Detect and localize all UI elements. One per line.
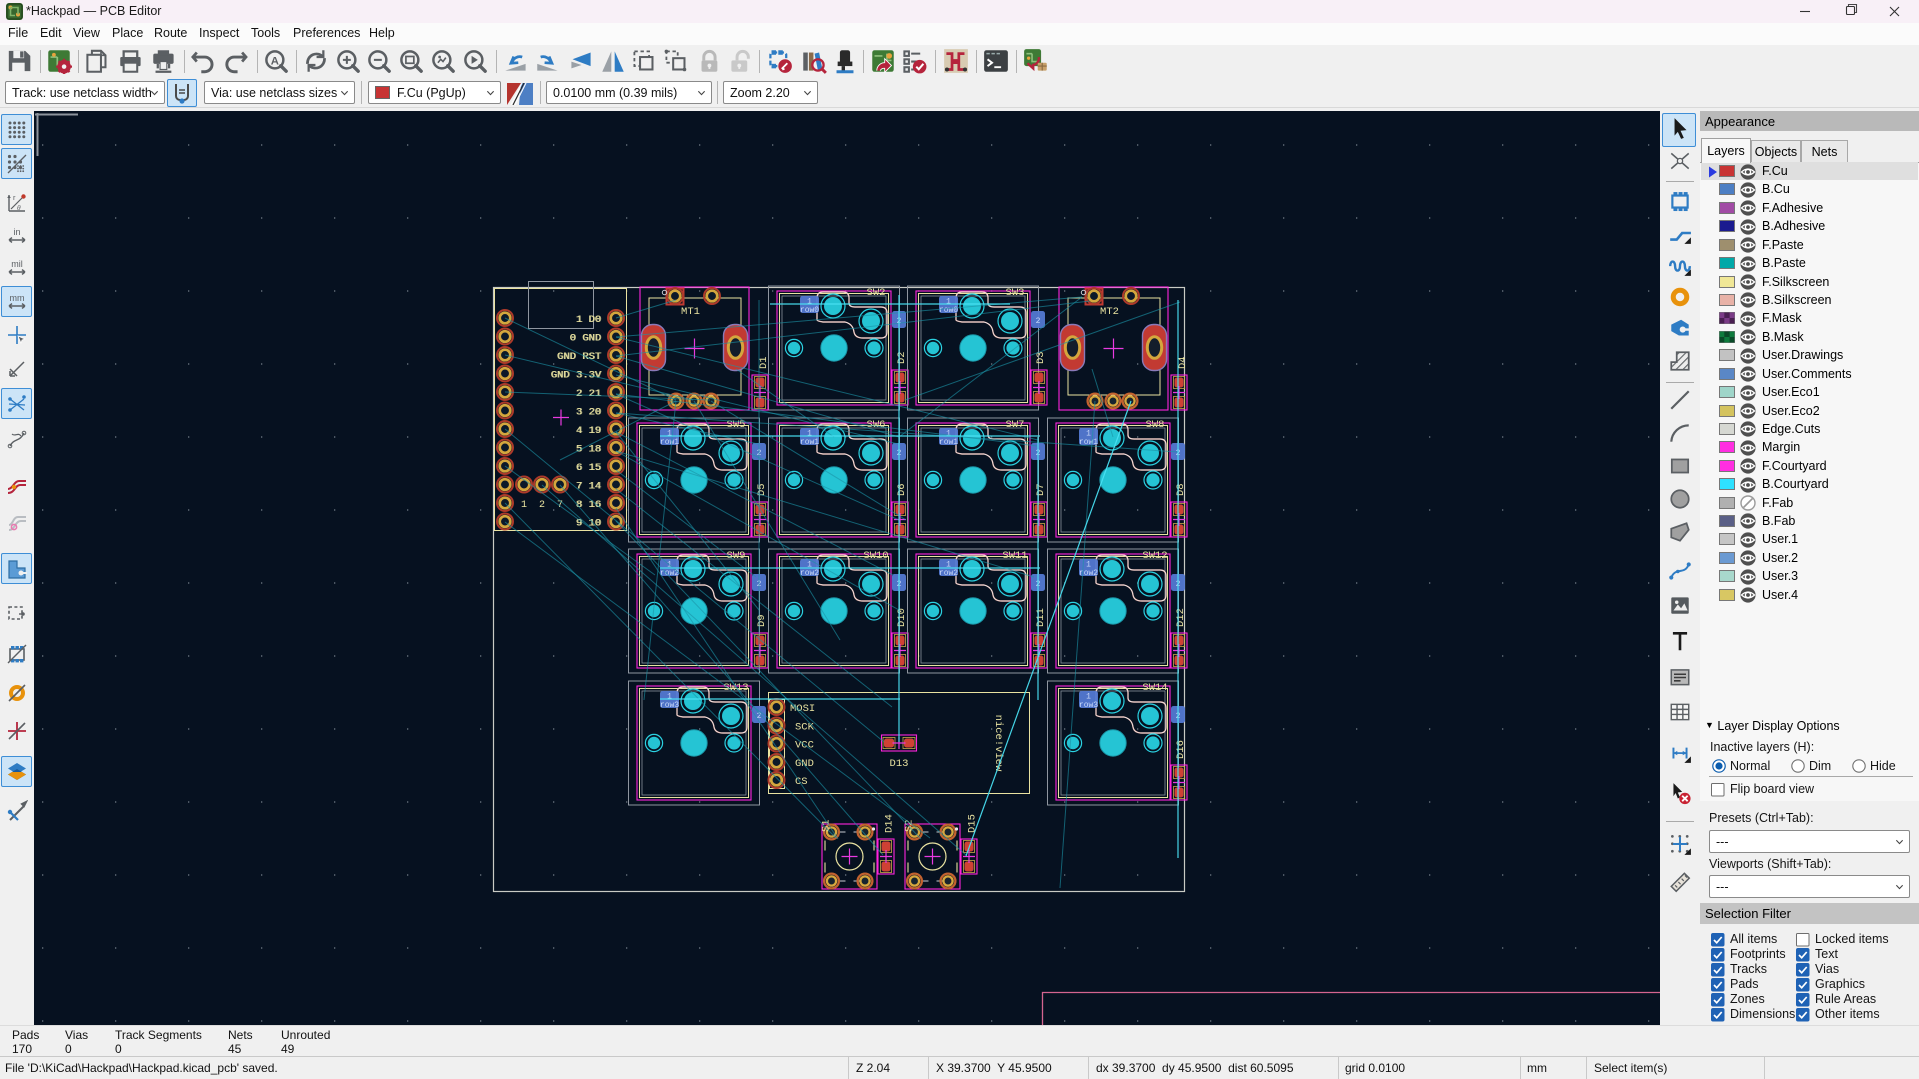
- svg-text:2: 2: [1036, 317, 1041, 326]
- svg-text:D12: D12: [1175, 608, 1187, 627]
- svg-text:1 D0: 1 D0: [577, 314, 602, 326]
- svg-text:D10: D10: [896, 608, 908, 627]
- svg-text:mil: mil: [11, 259, 23, 269]
- svg-text:GND 3.3V: GND 3.3V: [551, 370, 602, 382]
- svg-text:3 20: 3 20: [577, 407, 602, 419]
- svg-text:D6: D6: [896, 483, 908, 496]
- svg-text:D15: D15: [967, 814, 979, 833]
- svg-text:SW2: SW2: [867, 287, 886, 299]
- svg-text:2 21: 2 21: [577, 388, 602, 400]
- svg-text:MT2: MT2: [1100, 306, 1119, 318]
- svg-text:1: 1: [521, 500, 527, 511]
- svg-text:D11: D11: [1035, 608, 1047, 627]
- svg-text:SW7: SW7: [1006, 419, 1025, 431]
- svg-text:SW9: SW9: [727, 550, 746, 562]
- svg-text:0 GND: 0 GND: [570, 333, 602, 345]
- svg-text:D4: D4: [1177, 356, 1189, 369]
- svg-text:SW14: SW14: [1142, 682, 1167, 694]
- svg-text:mm: mm: [9, 293, 24, 303]
- svg-text:8 16: 8 16: [577, 499, 602, 511]
- svg-text:row2: row2: [939, 569, 958, 578]
- svg-text:2: 2: [539, 500, 545, 511]
- svg-text:row1: row1: [660, 438, 679, 447]
- svg-text:A: A: [271, 55, 279, 67]
- svg-text:nice!view: nice!view: [992, 715, 1004, 772]
- svg-text:SW11: SW11: [1002, 550, 1027, 562]
- svg-text:SW13: SW13: [723, 682, 748, 694]
- svg-text:row0: row0: [800, 306, 819, 315]
- svg-text:row1: row1: [939, 438, 958, 447]
- svg-text:SW10: SW10: [863, 550, 888, 562]
- svg-text:D13: D13: [890, 758, 909, 770]
- svg-text:SCK: SCK: [795, 722, 815, 734]
- svg-text:row2: row2: [1079, 569, 1098, 578]
- svg-text:D14: D14: [884, 814, 896, 833]
- svg-text:r: r: [13, 193, 16, 202]
- svg-text:D2: D2: [896, 351, 908, 364]
- svg-text:SW12: SW12: [1142, 550, 1167, 562]
- svg-text:D9: D9: [756, 614, 768, 627]
- svg-text:row3: row3: [660, 701, 679, 710]
- svg-text:SW8: SW8: [1146, 419, 1165, 431]
- svg-text:D1: D1: [758, 356, 770, 369]
- svg-text:D8: D8: [1175, 483, 1187, 496]
- svg-text:6 15: 6 15: [577, 462, 602, 474]
- svg-text:row2: row2: [800, 569, 819, 578]
- svg-text:D7: D7: [1035, 483, 1047, 496]
- svg-text:4 19: 4 19: [577, 425, 602, 437]
- svg-text:D16: D16: [1175, 740, 1187, 759]
- svg-text:row1: row1: [800, 438, 819, 447]
- svg-text:MT1: MT1: [681, 306, 700, 318]
- svg-text:θ: θ: [17, 203, 21, 212]
- svg-text:row0: row0: [939, 306, 958, 315]
- svg-text:SW3: SW3: [1006, 287, 1025, 299]
- svg-text:in: in: [13, 227, 20, 237]
- svg-text:GND: GND: [795, 758, 814, 770]
- svg-text:row3: row3: [1079, 701, 1098, 710]
